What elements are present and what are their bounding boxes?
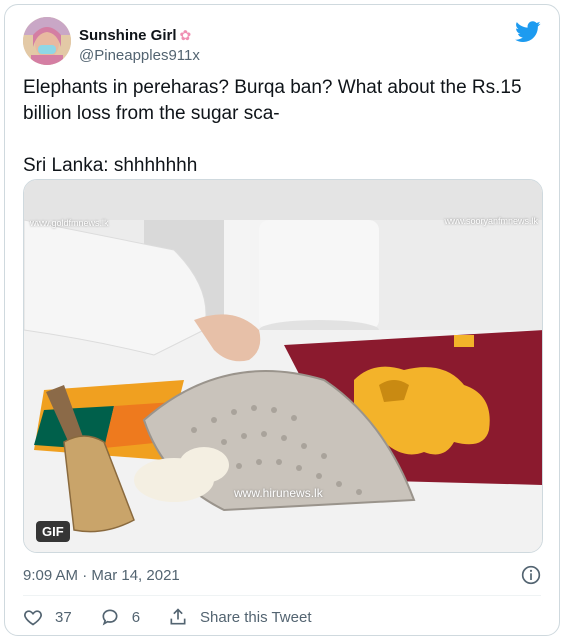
user-handle[interactable]: @Pineapples911x: [79, 47, 200, 64]
like-count: 37: [55, 608, 72, 626]
tweet-text-line2: Sri Lanka: shhhhhhh: [23, 155, 198, 176]
reply-count: 6: [131, 608, 141, 626]
reply-button[interactable]: 6: [100, 607, 140, 627]
tweet-header: Sunshine Girl ✿ @Pineapples911x: [23, 17, 541, 69]
avatar[interactable]: [23, 17, 71, 65]
like-button[interactable]: 37: [23, 607, 72, 627]
divider: [23, 595, 541, 596]
display-name[interactable]: Sunshine Girl ✿: [79, 27, 191, 44]
share-icon: [170, 608, 186, 625]
tweet-card: Sunshine Girl ✿ @Pineapples911x Elephant…: [4, 4, 560, 636]
tweet-actions: 37 6 Share this Tweet: [23, 603, 339, 631]
reply-bubble-icon: [102, 609, 118, 626]
tweet-text: Elephants in pereharas? Burqa ban? What …: [23, 75, 543, 179]
info-icon[interactable]: [521, 565, 541, 585]
watermark-right: www.sooryanfmnews.lk: [444, 216, 538, 226]
watermark-left: www.goldfmnews.lk: [30, 218, 109, 228]
gif-badge: GIF: [36, 521, 70, 542]
display-name-text: Sunshine Girl: [79, 27, 177, 44]
watermark-bottom: www.hirunews.lk: [234, 486, 323, 500]
tweet-text-line1: Elephants in pereharas? Burqa ban? What …: [23, 77, 522, 124]
cherry-blossom-icon: ✿: [179, 27, 192, 43]
tweet-media-gif[interactable]: www.goldfmnews.lk www.sooryanfmnews.lk w…: [23, 179, 543, 553]
share-label: Share this Tweet: [200, 608, 312, 626]
share-button[interactable]: Share this Tweet: [168, 607, 311, 627]
timestamp-row: 9:09 AM · Mar 14, 2021: [23, 563, 541, 587]
heart-icon: [24, 610, 42, 626]
timestamp[interactable]: 9:09 AM · Mar 14, 2021: [23, 567, 180, 584]
twitter-bird-icon[interactable]: [515, 21, 541, 43]
